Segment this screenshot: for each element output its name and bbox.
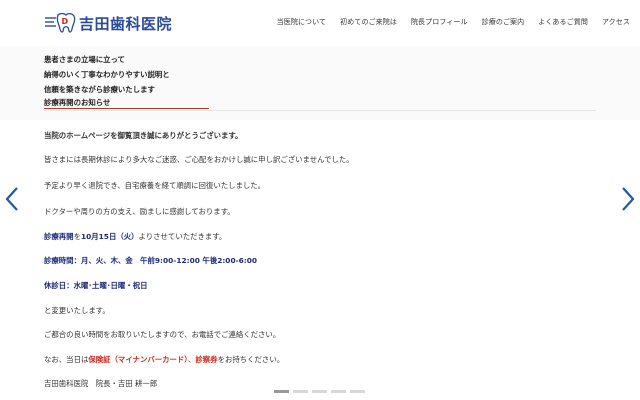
bring-insurance-card: 保険証（マイナンバーカード） xyxy=(88,355,188,364)
notice-thanks: ドクターや周りの方の支え、励ましに感謝しております。 xyxy=(44,207,235,216)
main-nav: 当医院について 初めてのご来院は 院長プロフィール 診療のご案内 よくあるご質問… xyxy=(263,17,630,27)
nav-item-treatment[interactable]: 診療のご案内 xyxy=(482,17,525,27)
notice-changed: と変更いたします。 xyxy=(44,306,110,315)
closed-value: ：水曜･土曜･日曜・祝日 xyxy=(66,281,148,290)
slider-dot[interactable] xyxy=(293,390,308,393)
notice-recovery: 予定より早く退院でき、自宅療養を経て順調に回復いたしました。 xyxy=(44,181,266,190)
tagline-line: 患者さまの立場に立って xyxy=(44,55,125,64)
slider-dot[interactable] xyxy=(274,390,289,393)
nav-item-director-profile[interactable]: 院長プロフィール xyxy=(411,17,468,27)
nav-item-about[interactable]: 当医院について xyxy=(277,17,327,27)
tagline-line: 納得のいく丁寧なわかりやすい説明と xyxy=(44,70,170,79)
slider-dot[interactable] xyxy=(312,390,327,393)
nav-item-access[interactable]: アクセス xyxy=(602,17,630,27)
bring-suffix: をお持ちください。 xyxy=(217,355,285,364)
nav-item-first-visit[interactable]: 初めてのご来院は xyxy=(340,17,397,27)
notice-closed-days: 休診日：水曜･土曜･日曜・祝日 xyxy=(44,280,148,291)
notice-greeting: 当院のホームページを御覧頂き誠にありがとうございます。 xyxy=(44,131,243,140)
tooth-logo-icon: D xyxy=(45,12,76,33)
notice-contact: ご都合の良い時間をお取りいたしますので、お電話でご連絡ください。 xyxy=(44,330,281,339)
slider-dot[interactable] xyxy=(331,390,346,393)
bring-patient-card: 診察券 xyxy=(195,355,218,364)
notice-signature: 吉田歯科医院 院長・吉田 耕一郎 xyxy=(44,379,158,388)
hours-value: ：月、火、木、金 午前9:00-12:00 午後2:00-6:00 xyxy=(73,256,258,265)
reopen-mid: を xyxy=(73,232,81,241)
notice-title: 診療再開のお知らせ xyxy=(44,98,111,107)
notice-bring: なお、当日は保険証（マイナンバーカード）、診察券をお持ちください。 xyxy=(44,354,284,365)
chevron-right-icon[interactable] xyxy=(620,186,636,212)
section-divider xyxy=(44,110,596,111)
site-header: D 吉田歯科医院 当医院について 初めてのご来院は 院長プロフィール 診療のご案… xyxy=(0,0,640,46)
reopen-label: 診療再開 xyxy=(44,232,74,241)
chevron-left-icon[interactable] xyxy=(4,186,20,212)
logo-text: 吉田歯科医院 xyxy=(79,14,173,33)
slider-dot[interactable] xyxy=(350,390,365,393)
bring-prefix: なお、当日は xyxy=(44,355,89,364)
title-underline xyxy=(44,108,209,109)
notice-apology: 皆さまには長期休診により多大なご迷惑、ご心配をおかけし誠に申し訳ございませんでし… xyxy=(44,155,354,164)
site-logo[interactable]: D 吉田歯科医院 xyxy=(44,10,172,36)
slider-pagination xyxy=(274,390,369,393)
nav-item-faq[interactable]: よくあるご質問 xyxy=(538,17,588,27)
hours-label: 診療時間 xyxy=(44,256,74,265)
reopen-suffix: よりさせていただきます。 xyxy=(138,232,227,241)
hero-tagline: 患者さまの立場に立って 納得のいく丁寧なわかりやすい説明と 信頼を築きながら診療… xyxy=(44,52,170,97)
closed-label: 休診日 xyxy=(44,281,67,290)
tagline-line: 信頼を築きながら診療いたします xyxy=(44,85,155,94)
svg-text:D: D xyxy=(62,17,69,26)
notice-reopen: 診療再開を10月15日（火）よりさせていただきます。 xyxy=(44,231,226,242)
reopen-date: 10月15日（火） xyxy=(80,232,139,241)
notice-hours: 診療時間：月、火、木、金 午前9:00-12:00 午後2:00-6:00 xyxy=(44,255,257,266)
